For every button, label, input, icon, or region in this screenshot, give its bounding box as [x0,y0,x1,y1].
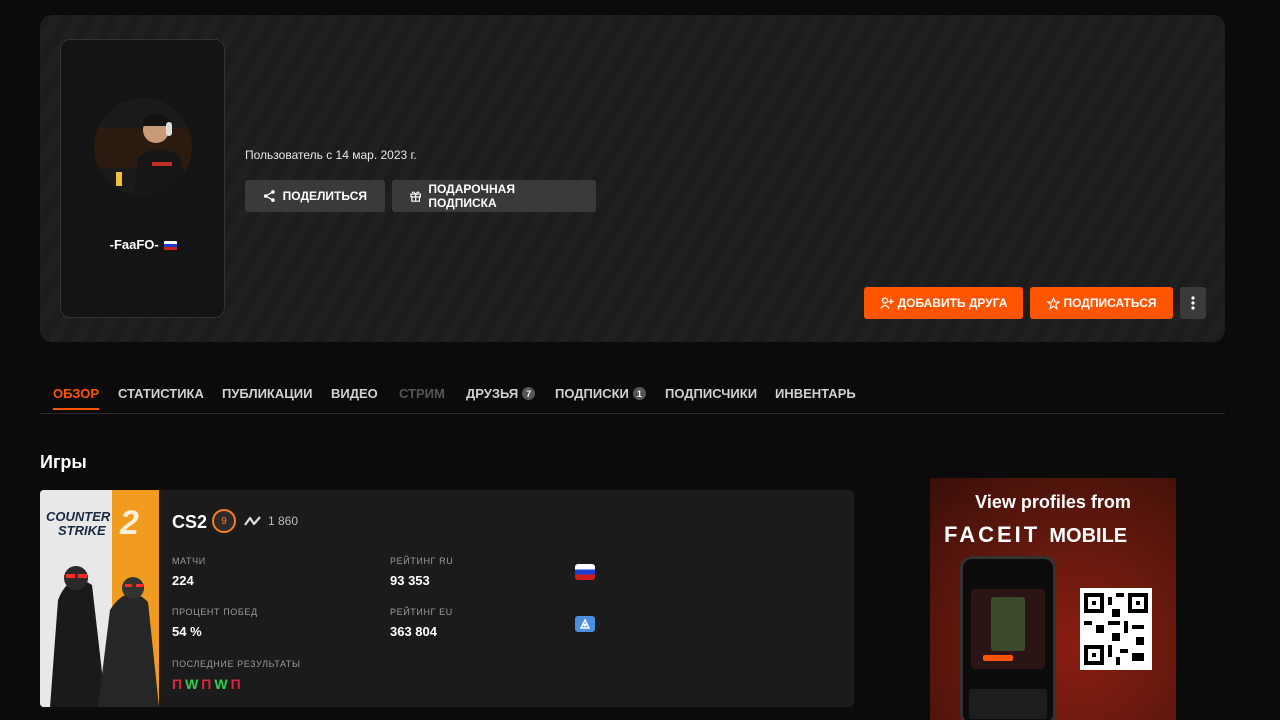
tab-friends-label: ДРУЗЬЯ [466,386,519,401]
cs2-logo-line1: COUNTER [46,509,111,524]
region-eu-icon [575,616,595,632]
member-since: Пользователь с 14 мар. 2023 г. [245,148,417,162]
result-item: П [230,676,241,692]
result-item: П [201,676,212,692]
tab-subscriptions-label: ПОДПИСКИ [555,386,629,401]
recent-results-label: ПОСЛЕДНИЕ РЕЗУЛЬТАТЫ [172,659,301,669]
tab-statistics-label: СТАТИСТИКА [118,386,204,401]
cs2-logo-number: 2 [120,504,139,542]
tab-subscriptions[interactable]: ПОДПИСКИ 1 [555,386,646,401]
result-item: W [214,676,228,692]
ad-brand-suffix: MOBILE [1049,525,1128,547]
ad-brand: FACEIT MOBILE [944,522,1127,548]
rating-ru-label: РЕЙТИНГ RU [390,556,454,566]
profile-tabs: ОБЗОР СТАТИСТИКА ПУБЛИКАЦИИ ВИДЕО СТРИМ … [40,380,1225,414]
more-vertical-icon [1191,296,1195,310]
profile-card: -FaaFO- [60,39,225,318]
star-icon [1046,296,1060,310]
region-ru-flag-icon [575,564,595,580]
game-title: CS2 [172,512,208,532]
faceit-mobile-ad[interactable]: View profiles from FACEIT MOBILE [930,478,1176,720]
gift-icon [410,191,421,202]
tab-stream: СТРИМ [399,386,445,401]
add-user-icon [879,297,894,309]
cs2-logo: COUNTER STRIKE [46,510,110,538]
tab-stream-label: СТРИМ [399,386,445,401]
tab-followers[interactable]: ПОДПИСЧИКИ [665,386,757,401]
profile-page: -FaaFO- Пользователь с 14 мар. 2023 г. П… [0,0,1280,720]
qr-code [1080,588,1152,670]
winrate-value: 54 % [172,624,202,639]
recent-results: П W П W П [172,676,241,692]
phone-mockup [960,556,1056,720]
tab-overview[interactable]: ОБЗОР [53,386,100,410]
ad-brand-name: FACEIT [944,522,1041,547]
tab-followers-label: ПОДПИСЧИКИ [665,386,758,401]
share-icon [263,190,275,202]
ad-headline: View profiles from [975,492,1131,512]
winrate-label: ПРОЦЕНТ ПОБЕД [172,607,258,617]
elo-value: 1 860 [268,514,299,528]
share-label: ПОДЕЛИТЬСЯ [282,189,367,203]
russia-flag-icon [164,241,178,251]
skill-level-badge: 9 [212,509,236,533]
tab-video-label: ВИДЕО [331,386,378,401]
gift-subscription-button[interactable]: ПОДАРОЧНАЯ ПОДПИСКА [392,180,596,212]
rating-eu-label: РЕЙТИНГ EU [390,607,453,617]
friends-count-badge: 7 [522,387,536,400]
cs2-cover-image: COUNTER STRIKE 2 [40,490,159,707]
tab-inventory[interactable]: ИНВЕНТАРЬ [775,386,856,401]
elo-icon [244,516,261,526]
matches-label: МАТЧИ [172,556,206,566]
games-section-title: Игры [40,452,87,472]
cs2-logo-line2: STRIKE [58,523,106,538]
nickname: -FaaFO- [61,237,226,252]
add-friend-label: ДОБАВИТЬ ДРУГА [897,296,1008,310]
elo-display: 1 860 [244,514,298,528]
result-item: П [172,676,183,692]
tab-friends[interactable]: ДРУЗЬЯ 7 [466,386,536,401]
tab-statistics[interactable]: СТАТИСТИКА [118,386,204,401]
rating-ru-value: 93 353 [390,573,430,588]
tab-publications-label: ПУБЛИКАЦИИ [222,386,313,401]
tab-overview-label: ОБЗОР [53,386,100,401]
game-card-cs2[interactable]: COUNTER STRIKE 2 CS2 9 1 860 МАТЧИ 224 П… [40,490,854,707]
tab-video[interactable]: ВИДЕО [331,386,378,401]
follow-button[interactable]: ПОДПИСАТЬСЯ [1030,287,1173,319]
gift-label: ПОДАРОЧНАЯ ПОДПИСКА [428,182,515,210]
more-options-button[interactable] [1180,287,1206,319]
nickname-text: -FaaFO- [109,237,159,252]
add-friend-button[interactable]: ДОБАВИТЬ ДРУГА [864,287,1023,319]
share-button[interactable]: ПОДЕЛИТЬСЯ [245,180,385,212]
tab-inventory-label: ИНВЕНТАРЬ [775,386,856,401]
avatar[interactable] [94,98,192,196]
subscriptions-count-badge: 1 [632,387,646,400]
follow-label: ПОДПИСАТЬСЯ [1063,296,1157,310]
matches-value: 224 [172,573,194,588]
tab-publications[interactable]: ПУБЛИКАЦИИ [222,386,312,401]
result-item: W [185,676,199,692]
rating-eu-value: 363 804 [390,624,437,639]
